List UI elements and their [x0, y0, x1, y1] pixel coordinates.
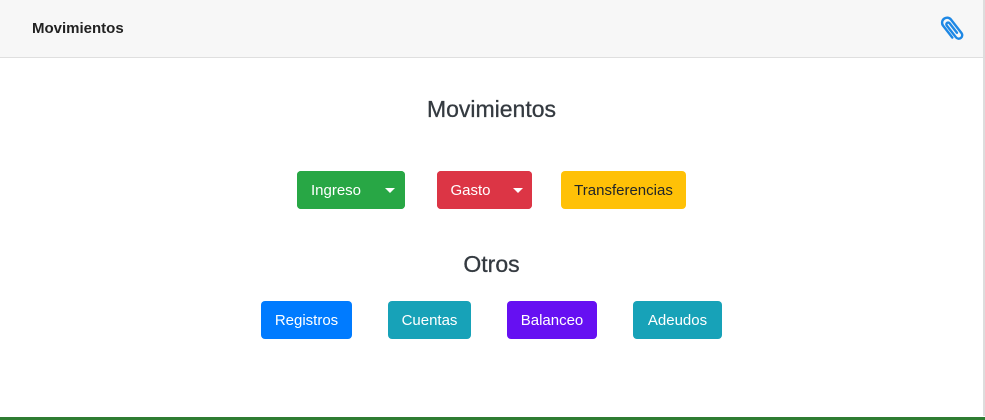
ingreso-dropdown-toggle[interactable]: [375, 171, 405, 209]
balanceo-button[interactable]: Balanceo: [507, 301, 597, 339]
otros-buttons-row: Registros Cuentas Balanceo Adeudos: [0, 301, 983, 339]
gasto-dropdown-toggle[interactable]: [504, 171, 532, 209]
movement-buttons-row: Ingreso Gasto Transferencias: [0, 171, 983, 209]
ingreso-split-button: Ingreso: [297, 171, 405, 209]
otros-heading: Otros: [463, 251, 520, 277]
top-bar: Movimientos: [0, 0, 983, 58]
movimientos-heading: Movimientos: [426, 96, 557, 122]
transferencias-button[interactable]: Transferencias: [561, 171, 686, 209]
header-title: Movimientos: [32, 20, 124, 37]
registros-button[interactable]: Registros: [261, 301, 352, 339]
caret-down-icon: [385, 187, 395, 193]
gasto-button[interactable]: Gasto: [437, 171, 504, 209]
cuentas-button[interactable]: Cuentas: [388, 301, 471, 339]
attach-button[interactable]: [936, 13, 968, 45]
page: Movimientos Movimientos Ingreso Gasto Tr…: [0, 0, 985, 416]
gasto-split-button: Gasto: [437, 171, 532, 209]
paperclip-icon: [940, 16, 964, 40]
adeudos-button[interactable]: Adeudos: [633, 301, 722, 339]
ingreso-button[interactable]: Ingreso: [297, 171, 375, 209]
caret-down-icon: [513, 187, 523, 193]
